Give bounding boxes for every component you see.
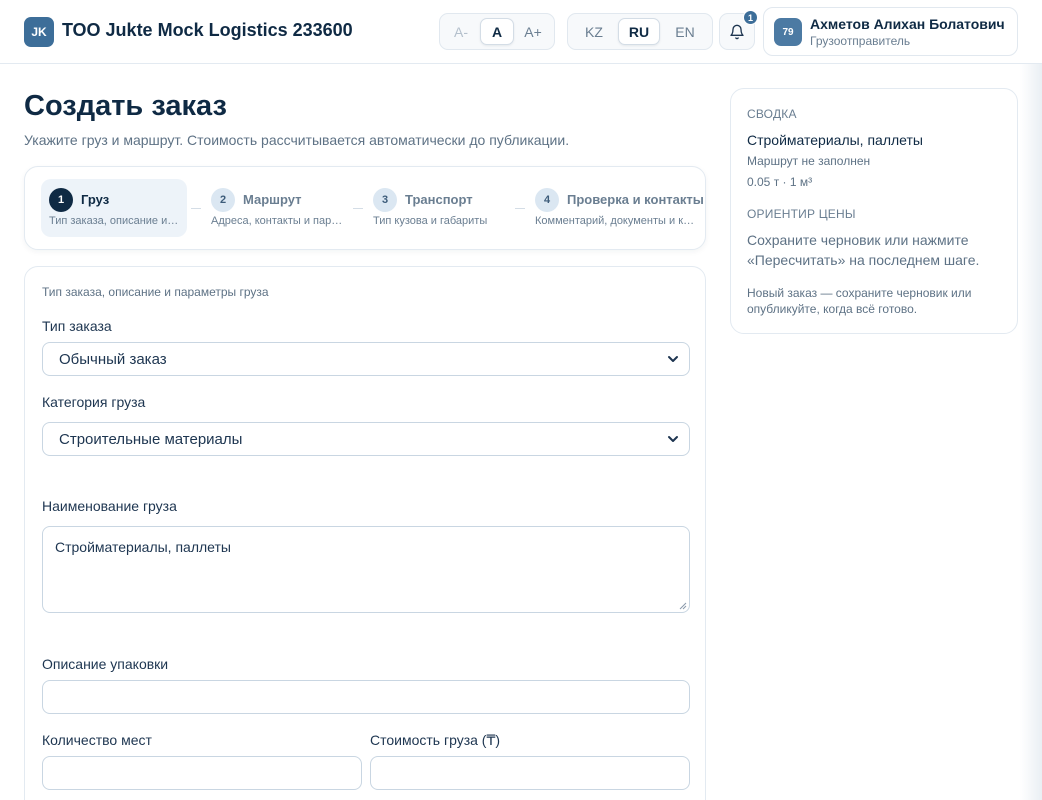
step-route[interactable]: 2 Маршрут Адреса, контакты и параметры м… [203, 179, 349, 237]
notifications-badge: 1 [743, 10, 758, 25]
font-normal-button[interactable]: A [480, 18, 514, 45]
cargo-cost-label: Стоимость груза (₸) [370, 732, 501, 748]
step-title: Проверка и контакты [567, 192, 704, 207]
step-number: 3 [373, 188, 397, 212]
places-label: Количество мест [42, 732, 152, 748]
category-label: Категория груза [42, 394, 146, 410]
chevron-down-icon [668, 436, 678, 442]
step-cargo[interactable]: 1 Груз Тип заказа, описание и параметры … [41, 179, 187, 237]
order-summary-card: СВОДКА Стройматериалы, паллеты Маршрут н… [730, 88, 1018, 334]
order-stepper: 1 Груз Тип заказа, описание и параметры … [24, 166, 706, 250]
page-edge-shadow [1020, 64, 1042, 800]
packaging-input[interactable] [42, 680, 690, 714]
user-role: Грузоотправитель [810, 34, 911, 48]
step-number: 2 [211, 188, 235, 212]
avatar: 79 [774, 18, 802, 46]
step-separator [353, 208, 363, 209]
user-name: Ахметов Алихан Болатович [810, 16, 1005, 32]
summary-heading: СВОДКА [747, 107, 797, 121]
summary-note: Новый заказ — сохраните черновик или опу… [747, 286, 972, 316]
order-type-select[interactable]: Обычный заказ [42, 342, 690, 376]
step-description: Адреса, контакты и параметры маршрута [211, 215, 343, 227]
language-switcher: KZ RU EN [567, 13, 713, 50]
step-separator [191, 208, 201, 209]
font-size-switcher: A- A A+ [439, 13, 555, 50]
step-number: 4 [535, 188, 559, 212]
packaging-label: Описание упаковки [42, 656, 169, 672]
font-decrease-button[interactable]: A- [444, 18, 478, 45]
cargo-name-value: Стройматериалы, паллеты [55, 539, 231, 555]
step-number: 1 [49, 188, 73, 212]
cargo-name-label: Наименование груза [42, 498, 177, 514]
step-title: Маршрут [243, 192, 302, 207]
step-title: Транспорт [405, 192, 473, 207]
step-review[interactable]: 4 Проверка и контакты Комментарий, докум… [527, 179, 704, 237]
cargo-form-card: Тип заказа, описание и параметры груза Т… [24, 266, 706, 800]
step-description: Комментарий, документы и контакты [535, 215, 697, 227]
section-caption: Тип заказа, описание и параметры груза [42, 285, 269, 299]
top-header: JK ТОО Jukte Mock Logistics 233600 A- A … [0, 0, 1042, 64]
user-menu[interactable]: 79 Ахметов Алихан Болатович Грузоотправи… [763, 7, 1018, 56]
bell-icon [730, 24, 744, 39]
page-subtitle: Укажите груз и маршрут. Стоимость рассчи… [24, 132, 570, 148]
cargo-name-textarea[interactable]: Стройматериалы, паллеты [42, 526, 690, 613]
price-hint: Сохраните черновик или нажмите «Пересчит… [747, 232, 980, 268]
lang-ru-button[interactable]: RU [618, 18, 660, 45]
resize-handle-icon[interactable] [679, 602, 687, 610]
lang-en-button[interactable]: EN [662, 18, 708, 45]
step-description: Тип заказа, описание и параметры груза [49, 215, 181, 227]
summary-cargo: Стройматериалы, паллеты [747, 132, 923, 148]
step-title: Груз [81, 192, 110, 207]
order-type-label: Тип заказа [42, 318, 112, 334]
step-transport[interactable]: 3 Транспорт Тип кузова и габариты [365, 179, 511, 237]
company-logo: JK [24, 17, 54, 47]
cargo-cost-input[interactable] [370, 756, 690, 790]
summary-metrics: 0.05 т · 1 м³ [747, 175, 813, 189]
step-separator [515, 208, 525, 209]
font-increase-button[interactable]: A+ [516, 18, 550, 45]
places-input[interactable] [42, 756, 362, 790]
order-type-value: Обычный заказ [59, 350, 167, 368]
lang-kz-button[interactable]: KZ [572, 18, 616, 45]
chevron-down-icon [668, 356, 678, 362]
price-heading: ОРИЕНТИР ЦЕНЫ [747, 207, 856, 221]
company-name: ТОО Jukte Mock Logistics 233600 [62, 20, 353, 40]
step-description: Тип кузова и габариты [373, 215, 488, 227]
summary-route: Маршрут не заполнен [747, 154, 871, 168]
category-value: Строительные материалы [59, 430, 243, 448]
category-select[interactable]: Строительные материалы [42, 422, 690, 456]
page-title: Создать заказ [24, 90, 227, 122]
